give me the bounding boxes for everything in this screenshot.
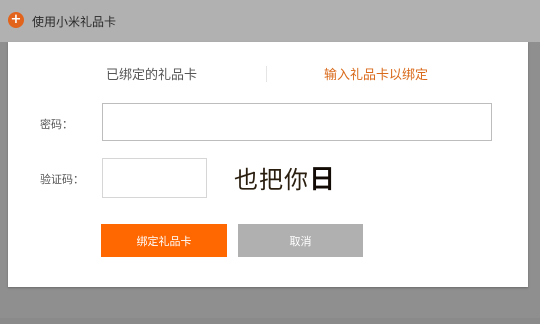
bind-card-button[interactable]: 绑定礼品卡 [101, 224, 227, 257]
captcha-char: 日 [309, 165, 337, 195]
password-input[interactable] [102, 103, 492, 141]
captcha-char: 把 [259, 166, 284, 194]
captcha-char: 也 [234, 166, 259, 194]
page-title: 使用小米礼品卡 [32, 15, 117, 29]
captcha-label: 验证码： [40, 173, 84, 186]
tab-input-card[interactable]: 输入礼品卡以绑定 [324, 64, 428, 83]
tab-divider [266, 66, 267, 82]
top-bar: + 使用小米礼品卡 [0, 0, 540, 42]
captcha-input[interactable] [102, 158, 207, 198]
password-label: 密码： [40, 118, 73, 131]
plus-circle-icon[interactable]: + [8, 12, 24, 28]
backdrop-bottom [0, 318, 540, 324]
bind-gift-card-dialog: 已绑定的礼品卡 输入礼品卡以绑定 密码： 验证码： 也把你日 绑定礼品卡 取消 [8, 42, 528, 287]
tab-bound-cards[interactable]: 已绑定的礼品卡 [106, 64, 197, 83]
captcha-image[interactable]: 也把你日 [234, 159, 337, 195]
captcha-char: 你 [284, 166, 309, 194]
cancel-button[interactable]: 取消 [238, 224, 363, 257]
